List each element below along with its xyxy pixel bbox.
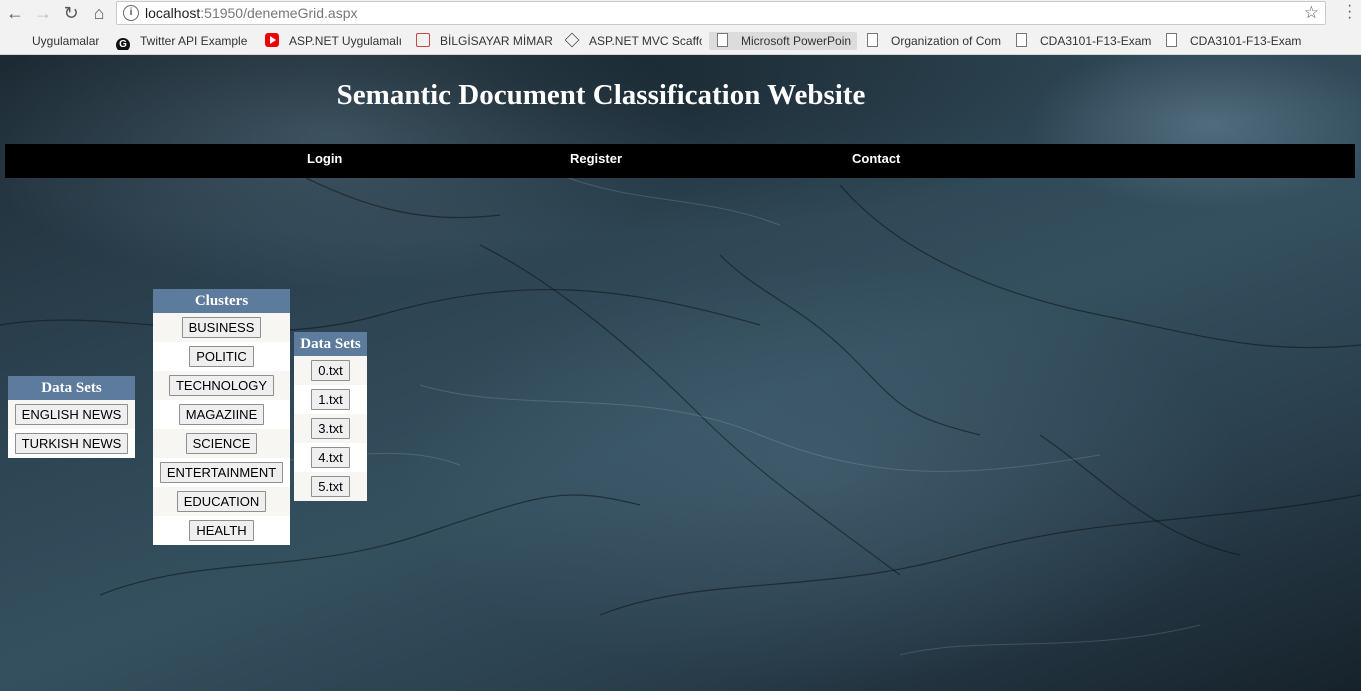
cluster-science-button[interactable]: SCIENCE — [185, 433, 258, 454]
page-viewport: Semantic Document Classification Website… — [0, 55, 1361, 691]
clusters-grid: Clusters BUSINESS POLITIC TECHNOLOGY MAG… — [153, 289, 290, 545]
bookmark-label: Microsoft PowerPoin — [741, 34, 852, 48]
bookmark-label: Uygulamalar — [32, 34, 100, 48]
url-path: :51950/denemeGrid.aspx — [200, 5, 358, 21]
grid-header: Data Sets — [8, 376, 135, 400]
grid-row: ENGLISH NEWS — [8, 400, 135, 429]
bookmark-organization[interactable]: Organization of Com — [867, 32, 1003, 50]
monitor-icon — [416, 33, 430, 47]
cluster-technology-button[interactable]: TECHNOLOGY — [168, 375, 274, 396]
grid-row: 0.txt — [294, 356, 367, 385]
browser-menu-icon[interactable]: · · · — [1347, 0, 1353, 26]
bookmark-label: ASP.NET Uygulamalı — [289, 34, 402, 48]
grid-row: 3.txt — [294, 414, 367, 443]
cluster-entertainment-button[interactable]: ENTERTAINMENT — [159, 462, 284, 483]
menu-register-link[interactable]: Register — [570, 151, 622, 166]
cluster-education-button[interactable]: EDUCATION — [176, 491, 267, 512]
bookmark-label: CDA3101-F13-Exam2 — [1190, 34, 1302, 48]
bookmark-aspnet-uygulamali[interactable]: ASP.NET Uygulamalı — [265, 32, 405, 50]
grid-row: MAGAZIINE — [153, 400, 290, 429]
grid-row: EDUCATION — [153, 487, 290, 516]
bookmark-apps[interactable]: Uygulamalar — [8, 32, 99, 50]
bookmark-label: ASP.NET MVC Scaffo — [589, 34, 702, 48]
cluster-business-button[interactable]: BUSINESS — [181, 317, 262, 338]
bookmark-powerpoint[interactable]: Microsoft PowerPoin — [709, 32, 857, 50]
grid-row: 4.txt — [294, 443, 367, 472]
home-icon[interactable]: ⌂ — [87, 2, 111, 24]
grid-row: TURKISH NEWS — [8, 429, 135, 458]
menu-contact-link[interactable]: Contact — [852, 151, 900, 166]
apps-icon — [8, 33, 22, 47]
bookmark-label: Organization of Com — [891, 34, 1002, 48]
address-bar[interactable]: i localhost:51950/denemeGrid.aspx ☆ — [116, 1, 1326, 25]
turkish-news-button[interactable]: TURKISH NEWS — [14, 433, 129, 454]
file-4-button[interactable]: 4.txt — [311, 447, 350, 468]
bookmark-cda3101-exam2-copy[interactable]: CDA3101-F13-Exam2 — [1166, 32, 1302, 50]
bookmark-label: CDA3101-F13-Exam2 — [1040, 34, 1152, 48]
bookmark-star-icon[interactable]: ☆ — [1304, 3, 1319, 23]
bookmark-bilgisayar-mimari[interactable]: BİLGİSAYAR MİMARİ — [416, 32, 552, 50]
file-3-button[interactable]: 3.txt — [311, 418, 350, 439]
bookmark-label: Twitter API Example — [140, 34, 248, 48]
main-menu: Login Register Contact — [5, 144, 1355, 178]
datasets-language-grid: Data Sets ENGLISH NEWS TURKISH NEWS — [8, 376, 135, 458]
site-title: Semantic Document Classification Website — [336, 79, 866, 111]
english-news-button[interactable]: ENGLISH NEWS — [14, 404, 129, 425]
bookmark-label: BİLGİSAYAR MİMARİ — [440, 34, 552, 48]
forward-arrow-icon[interactable]: → — [31, 2, 55, 24]
youtube-icon — [265, 33, 279, 47]
url-text[interactable]: localhost:51950/denemeGrid.aspx — [145, 5, 357, 21]
grid-row: BUSINESS — [153, 313, 290, 342]
cluster-politic-button[interactable]: POLITIC — [189, 346, 254, 367]
document-icon — [717, 33, 728, 47]
reload-icon[interactable]: ↻ — [59, 2, 83, 24]
grid-row: HEALTH — [153, 516, 290, 545]
cluster-health-button[interactable]: HEALTH — [189, 520, 254, 541]
info-icon[interactable]: i — [123, 5, 139, 21]
grid-row: POLITIC — [153, 342, 290, 371]
file-1-button[interactable]: 1.txt — [311, 389, 350, 410]
bookmark-aspnet-mvc[interactable]: ASP.NET MVC Scaffo — [565, 32, 702, 50]
g-icon: G — [116, 38, 130, 50]
grid-row: 1.txt — [294, 385, 367, 414]
bookmarks-bar: Uygulamalar G Twitter API Example ASP.NET… — [0, 28, 1361, 55]
grid-header: Data Sets — [294, 332, 367, 356]
file-5-button[interactable]: 5.txt — [311, 476, 350, 497]
grid-header: Clusters — [153, 289, 290, 313]
menu-login-link[interactable]: Login — [307, 151, 342, 166]
grid-row: ENTERTAINMENT — [153, 458, 290, 487]
grid-row: TECHNOLOGY — [153, 371, 290, 400]
back-arrow-icon[interactable]: ← — [3, 2, 27, 24]
browser-toolbar: ← → ↻ ⌂ i localhost:51950/denemeGrid.asp… — [0, 0, 1361, 28]
document-icon — [1166, 33, 1177, 47]
document-icon — [867, 33, 878, 47]
cluster-magazine-button[interactable]: MAGAZIINE — [178, 404, 265, 425]
url-host: localhost — [145, 5, 201, 21]
grid-row: 5.txt — [294, 472, 367, 501]
grid-row: SCIENCE — [153, 429, 290, 458]
bookmark-twitter-api[interactable]: G Twitter API Example — [116, 32, 247, 50]
bookmark-cda3101-exam2[interactable]: CDA3101-F13-Exam2 — [1016, 32, 1152, 50]
document-icon — [1016, 33, 1027, 47]
file-0-button[interactable]: 0.txt — [311, 360, 350, 381]
diamond-icon — [565, 32, 580, 48]
datasets-files-grid: Data Sets 0.txt 1.txt 3.txt 4.txt 5.txt — [294, 332, 367, 501]
